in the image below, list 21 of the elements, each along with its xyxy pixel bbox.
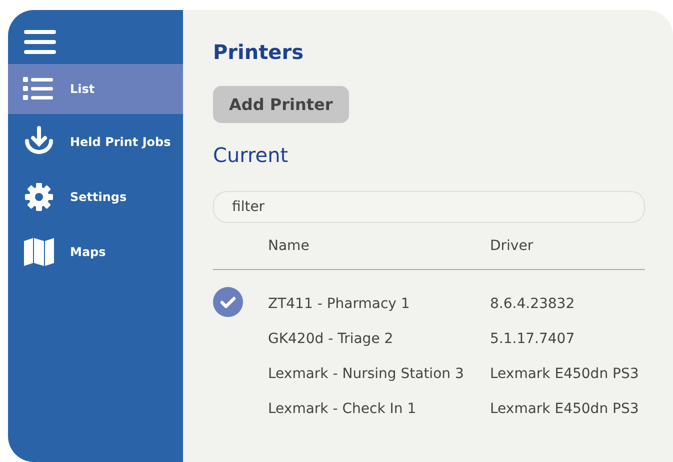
add-printer-button[interactable]: Add Printer bbox=[213, 86, 349, 123]
table-cell-text: 8.6.4.23832 bbox=[490, 296, 576, 312]
page-title: Printers bbox=[213, 40, 305, 64]
menu-icon[interactable] bbox=[24, 30, 56, 54]
table-cell-text: Lexmark E450dn PS3 bbox=[490, 400, 640, 416]
sidebar-item[interactable]: Maps bbox=[8, 224, 183, 279]
filter-field[interactable]: filter bbox=[213, 191, 645, 223]
table-cell-text: Lexmark E450dn PS3 bbox=[490, 366, 640, 382]
column-header: Driver bbox=[490, 238, 534, 254]
sidebar-item[interactable]: List bbox=[8, 64, 183, 114]
table-cell-text: Lexmark - Nursing Station 3 bbox=[268, 366, 465, 382]
map-icon bbox=[22, 236, 56, 268]
table-cell-text: Lexmark - Check In 1 bbox=[268, 400, 418, 416]
table-cell-text: ZT411 - Pharmacy 1 bbox=[268, 296, 411, 312]
table-cell-text: 5.1.17.7407 bbox=[490, 330, 576, 346]
section-title: Current bbox=[213, 143, 290, 167]
sidebar-item[interactable]: Held Print Jobs bbox=[8, 114, 183, 169]
column-header: Name bbox=[268, 238, 310, 254]
sidebar-item[interactable]: Settings bbox=[8, 169, 183, 224]
table-cell-text: GK420d - Triage 2 bbox=[268, 330, 394, 346]
settings-icon bbox=[22, 180, 56, 212]
